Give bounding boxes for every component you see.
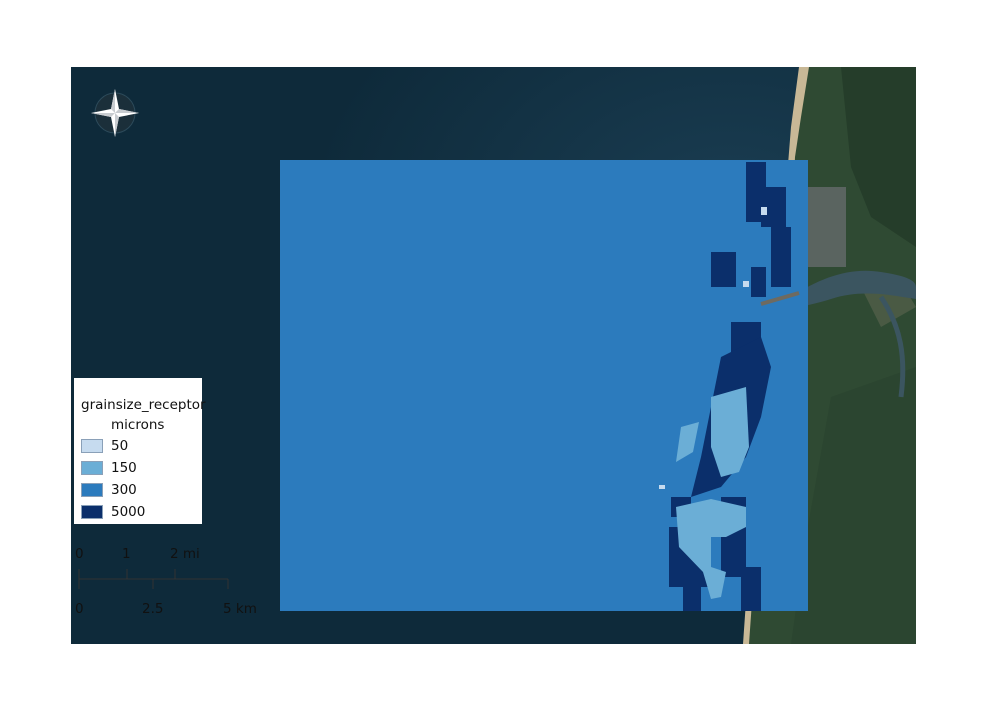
legend-label-150: 150	[111, 460, 137, 476]
legend-swatch-5000	[81, 505, 103, 519]
scale-km-0: 0	[75, 601, 84, 617]
scale-mi-1: 1	[122, 546, 131, 562]
scale-bar: 0 1 2 mi 0 2.5 5 km	[70, 540, 270, 620]
map-legend: grainsize_receptor microns 50 150 300 50…	[74, 378, 206, 524]
legend-label-50: 50	[111, 438, 129, 454]
legend-swatch-50	[81, 439, 103, 453]
legend-units: microns	[111, 417, 165, 433]
scale-bar-lines	[78, 569, 229, 589]
scale-mi-2: 2 mi	[170, 546, 200, 562]
scale-km-5: 5 km	[223, 601, 257, 617]
legend-label-5000: 5000	[111, 504, 146, 520]
legend-label-300: 300	[111, 482, 137, 498]
town-area	[806, 187, 846, 267]
scale-km-2-5: 2.5	[142, 601, 164, 617]
scale-mi-0: 0	[75, 546, 84, 562]
legend-title: grainsize_receptor	[81, 397, 206, 413]
legend-swatch-300	[81, 483, 103, 497]
legend-swatch-150	[81, 461, 103, 475]
